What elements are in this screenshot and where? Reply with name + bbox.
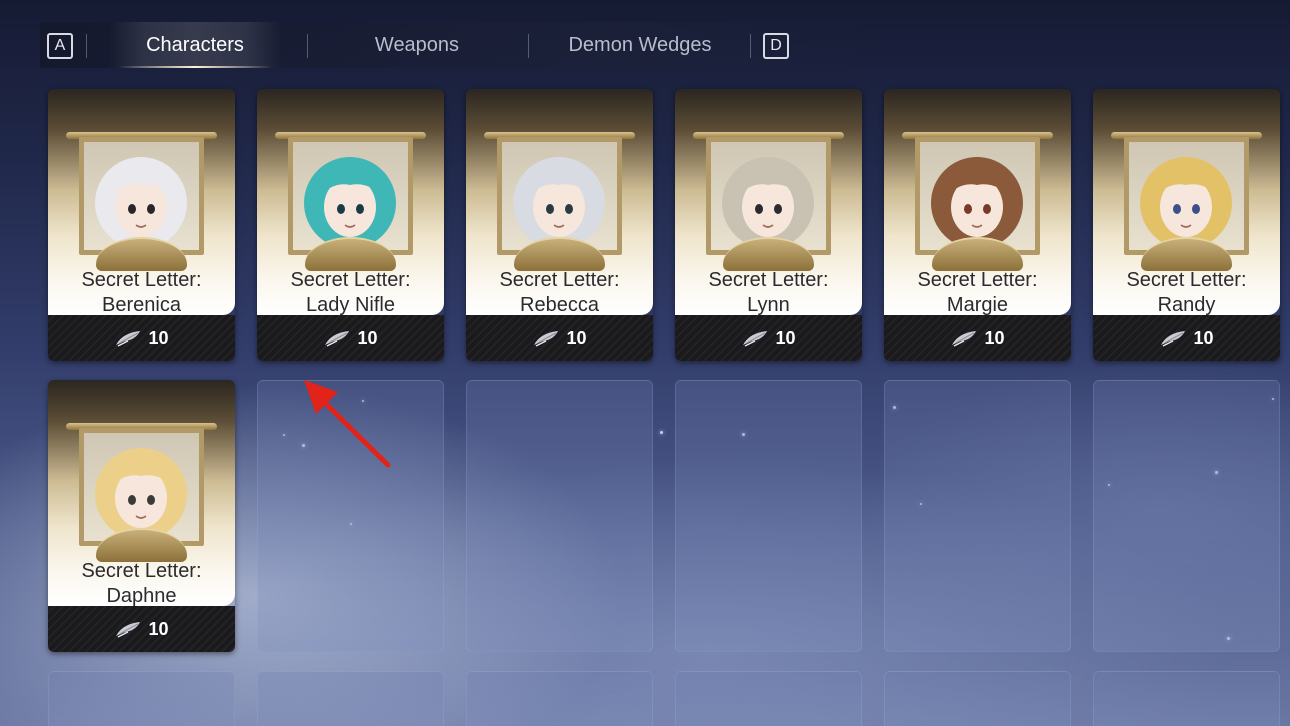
- tab-weapons[interactable]: Weapons: [330, 22, 504, 68]
- card-art-panel: Secret Letter: Randy: [1093, 89, 1280, 318]
- card-cost-bar: 10: [466, 315, 653, 361]
- empty-slot: [675, 380, 862, 652]
- card-art-panel: Secret Letter: Lynn: [675, 89, 862, 318]
- category-tab-bar: A Characters Weapons Demon Wedges D: [40, 22, 870, 68]
- card-title-line1: Secret Letter:: [708, 269, 829, 291]
- empty-slot: [675, 671, 862, 726]
- cost-value: 10: [148, 327, 169, 348]
- character-card-daphne[interactable]: Secret Letter: Daphne 10: [48, 380, 235, 652]
- character-portrait: [722, 157, 814, 249]
- cost-display: 10: [48, 325, 235, 351]
- character-portrait: [931, 157, 1023, 249]
- tab-divider: [86, 34, 87, 58]
- cost-value: 10: [566, 327, 587, 348]
- card-title-line1: Secret Letter:: [290, 269, 411, 291]
- card-art-panel: Secret Letter: Margie: [884, 89, 1071, 318]
- tab-divider: [307, 34, 308, 58]
- card-title: Secret Letter: Berenica: [48, 268, 235, 318]
- cost-value: 10: [357, 327, 378, 348]
- next-tab-key-hint[interactable]: D: [763, 33, 789, 59]
- character-card-randy[interactable]: Secret Letter: Randy 10: [1093, 89, 1280, 361]
- quill-feather-icon: [534, 331, 559, 347]
- card-art-panel: Secret Letter: Daphne: [48, 380, 235, 609]
- quill-feather-icon: [952, 331, 977, 347]
- empty-slot: [466, 671, 653, 726]
- cost-value: 10: [775, 327, 796, 348]
- character-portrait: [1140, 157, 1232, 249]
- card-title-line1: Secret Letter:: [499, 269, 620, 291]
- card-title: Secret Letter: Rebecca: [466, 268, 653, 318]
- card-title: Secret Letter: Lady Nifle: [257, 268, 444, 318]
- character-card-lady-nifle[interactable]: Secret Letter: Lady Nifle 10: [257, 89, 444, 361]
- cost-value: 10: [1193, 327, 1214, 348]
- quill-feather-icon: [1161, 331, 1186, 347]
- cost-display: 10: [466, 325, 653, 351]
- character-portrait: [95, 448, 187, 540]
- quill-feather-icon: [116, 331, 141, 347]
- cost-value: 10: [984, 327, 1005, 348]
- character-portrait: [513, 157, 605, 249]
- empty-slot: [1093, 380, 1280, 652]
- cost-display: 10: [675, 325, 862, 351]
- cost-display: 10: [48, 616, 235, 642]
- cost-display: 10: [1093, 325, 1280, 351]
- empty-slot: [257, 671, 444, 726]
- character-card-berenica[interactable]: Secret Letter: Berenica 10: [48, 89, 235, 361]
- red-arrow-annotation: [304, 380, 391, 468]
- character-portrait: [95, 157, 187, 249]
- empty-slot: [48, 671, 235, 726]
- card-cost-bar: 10: [675, 315, 862, 361]
- card-title: Secret Letter: Margie: [884, 268, 1071, 318]
- card-title: Secret Letter: Randy: [1093, 268, 1280, 318]
- card-title-line1: Secret Letter:: [917, 269, 1038, 291]
- cost-value: 10: [148, 618, 169, 639]
- character-card-lynn[interactable]: Secret Letter: Lynn 10: [675, 89, 862, 361]
- empty-slot: [466, 380, 653, 652]
- card-title-line1: Secret Letter:: [81, 560, 202, 582]
- card-title-line1: Secret Letter:: [1126, 269, 1247, 291]
- tab-demon-wedges[interactable]: Demon Wedges: [548, 22, 732, 68]
- card-cost-bar: 10: [48, 315, 235, 361]
- card-art-panel: Secret Letter: Rebecca: [466, 89, 653, 318]
- card-title: Secret Letter: Lynn: [675, 268, 862, 318]
- card-title-line1: Secret Letter:: [81, 269, 202, 291]
- quill-feather-icon: [325, 331, 350, 347]
- empty-slot: [884, 671, 1071, 726]
- quill-feather-icon: [743, 331, 768, 347]
- character-card-margie[interactable]: Secret Letter: Margie 10: [884, 89, 1071, 361]
- card-title: Secret Letter: Daphne: [48, 559, 235, 609]
- star: [660, 431, 663, 434]
- tab-characters[interactable]: Characters: [108, 22, 282, 68]
- empty-slot: [884, 380, 1071, 652]
- character-portrait: [304, 157, 396, 249]
- cost-display: 10: [257, 325, 444, 351]
- empty-slot: [1093, 671, 1280, 726]
- tab-divider: [750, 34, 751, 58]
- card-cost-bar: 10: [884, 315, 1071, 361]
- cost-display: 10: [884, 325, 1071, 351]
- card-art-panel: Secret Letter: Lady Nifle: [257, 89, 444, 318]
- card-art-panel: Secret Letter: Berenica: [48, 89, 235, 318]
- character-card-rebecca[interactable]: Secret Letter: Rebecca 10: [466, 89, 653, 361]
- prev-tab-key-hint[interactable]: A: [47, 33, 73, 59]
- tab-divider: [528, 34, 529, 58]
- card-cost-bar: 10: [257, 315, 444, 361]
- quill-feather-icon: [116, 622, 141, 638]
- card-cost-bar: 10: [1093, 315, 1280, 361]
- card-cost-bar: 10: [48, 606, 235, 652]
